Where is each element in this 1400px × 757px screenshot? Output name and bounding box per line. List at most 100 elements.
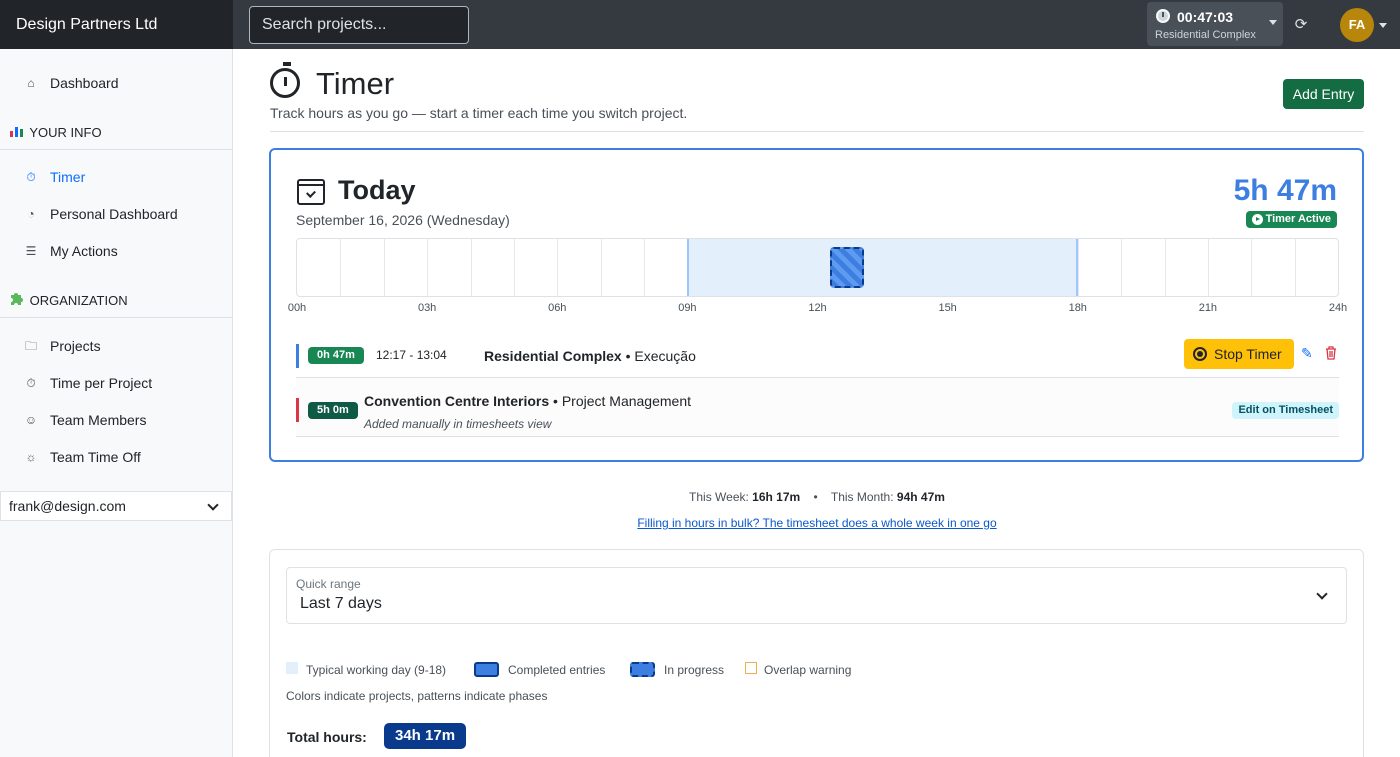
timeline-hour-line [1207,239,1209,296]
today-entry-row: 0h 47m 12:17 - 13:04 Residential Complex… [296,336,1339,378]
quick-range-value: Last 7 days [300,595,382,612]
sidebar-item-dashboard[interactable]: ⌂ Dashboard [0,68,232,98]
stop-timer-button[interactable]: Stop Timer [1184,339,1294,369]
timeline-hour-line [1294,239,1296,296]
today-card: Today September 16, 2026 (Wednesday) 5h … [269,148,1364,462]
sidebar-item-team-time-off[interactable]: ☼ Team Time Off [0,442,232,472]
timeline-hour-line [427,239,429,296]
timeline-tick-label: 15h [938,302,957,314]
pencil-icon[interactable]: ✎ [1301,346,1315,360]
calendar-check-icon [297,179,325,205]
legend-swatch [474,662,499,677]
trash-icon[interactable] [1325,346,1337,360]
user-avatar[interactable]: FA [1340,8,1374,42]
stopwatch-icon [270,62,300,98]
chevron-down-icon [1316,588,1328,600]
page-title: Timer [316,66,395,101]
total-hours-label: Total hours: [287,729,367,745]
sidebar-item-label: Team Time Off [50,449,141,465]
running-timer-project: Residential Complex [1155,29,1256,41]
pie-chart-icon: ◔ [27,207,35,221]
chart-icon [10,116,26,150]
project-color-bar [296,344,299,368]
legend-item-in-progress: In progress [630,662,724,677]
timer-active-badge: Timer Active [1245,211,1337,228]
timeline-hour-line [513,239,515,296]
sidebar-item-label: Timer [50,169,86,185]
timeline-tick-label: 24h [1328,302,1348,314]
play-circle-icon [1251,214,1263,225]
timesheet-link[interactable]: Filling in hours in bulk? The timesheet … [270,516,1364,530]
legend-item-overlap: Overlap warning [745,662,851,677]
legend-note: Colors indicate projects, patterns indic… [286,689,548,703]
legend-item-working-day: Typical working day (9-18) [286,662,446,677]
timeline-hour-line [340,239,342,296]
sidebar-item-team-members[interactable]: ☺ Team Members [0,405,232,435]
total-hours-badge: 34h 17m [384,723,467,749]
timeline-hour-line [557,239,559,296]
sidebar-item-my-actions[interactable]: ☰ My Actions [0,236,232,266]
entry-project: Convention Centre Interiors • Project Ma… [364,393,692,409]
quick-range-select[interactable]: Quick range Last 7 days [286,567,1347,624]
entry-time-range: 12:17 - 13:04 [376,348,447,362]
folder-icon: 🗀 [24,339,37,353]
range-card: Quick range Last 7 days Typical working … [269,549,1364,757]
entry-note: Added manually in timesheets view [364,417,552,431]
sidebar-item-projects[interactable]: 🗀 Projects [0,331,232,361]
caret-down-icon [1269,20,1277,25]
today-entry-row: 5h 0m Convention Centre Interiors • Proj… [296,378,1339,437]
hours-summary: This Week: 16h 17m • This Month: 94h 47m [689,490,945,504]
legend-swatch [630,662,655,677]
chevron-down-icon [207,499,219,511]
add-entry-button[interactable]: Add Entry [1283,79,1364,109]
sidebar-item-time-per-project[interactable]: ⏱ Time per Project [0,368,232,398]
people-icon: ☺ [24,413,38,427]
sidebar-section-organization: ORGANIZATION [0,284,232,318]
timeline-hour-line [1121,239,1123,296]
timeline-hour-line [1251,239,1253,296]
timeline-hour-line [470,239,472,296]
week-hours: 16h 17m [752,490,801,504]
stopwatch-icon: ⏱ [26,170,36,184]
stop-circle-icon [1193,347,1207,361]
timeline-entry-in-progress[interactable] [829,247,864,288]
working-hours-range [687,239,1078,296]
timeline-tick-label: 00h [287,302,307,314]
sidebar-item-timer[interactable]: ⏱ Timer [0,162,232,192]
legend-swatch [745,662,757,674]
sidebar-item-personal-dashboard[interactable]: ◔ Personal Dashboard [0,199,232,229]
legend-item-completed: Completed entries [474,662,605,677]
user-select-value: frank@design.com [9,498,126,514]
day-timeline[interactable] [296,238,1339,297]
timeline-tick-label: 18h [1068,302,1087,314]
list-icon: ☰ [25,244,37,258]
sidebar-item-label: Time per Project [50,375,153,391]
timeline-hour-line [1077,239,1079,296]
timeline-tick-label: 21h [1198,302,1218,314]
running-timer-dropdown[interactable]: 00:47:03 Residential Complex [1147,2,1283,46]
today-date: September 16, 2026 (Wednesday) [296,212,510,228]
brand-name[interactable]: Design Partners Ltd [0,0,233,49]
timeline-tick-label: 06h [548,302,567,314]
refresh-icon[interactable]: ⟳ [1290,14,1312,36]
search-input[interactable]: Search projects... [249,6,469,44]
puzzle-icon [10,284,26,318]
page-subtitle: Track hours as you go — start a timer ea… [270,105,688,121]
timeline-tick-label: 12h [808,302,827,314]
edit-on-timesheet-link[interactable]: Edit on Timesheet [1232,402,1339,419]
timeline-hour-line [383,239,385,296]
quick-range-label: Quick range [296,577,361,591]
stopwatch-icon: ⏱ [26,376,36,390]
timeline-tick-label: 09h [678,302,697,314]
user-select[interactable]: frank@design.com [0,491,232,521]
legend-swatch [286,662,298,674]
sidebar-section-your-info: YOUR INFO [0,116,232,150]
running-timer-time: 00:47:03 [1177,9,1234,25]
caret-down-icon[interactable] [1379,23,1387,28]
sidebar-item-label: Team Members [50,412,147,428]
today-total-hours: 5h 47m [1233,174,1337,207]
entry-duration-badge: 5h 0m [308,402,358,419]
sidebar-item-label: My Actions [50,243,118,259]
sidebar-item-label: Personal Dashboard [50,206,178,222]
timeline-hour-line [644,239,645,296]
